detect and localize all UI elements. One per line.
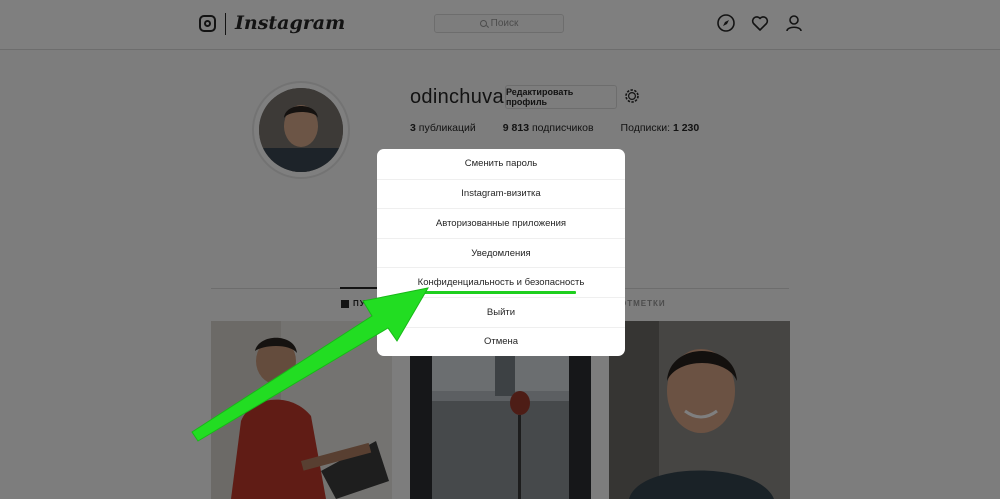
green-arrow-annotation <box>191 287 429 442</box>
